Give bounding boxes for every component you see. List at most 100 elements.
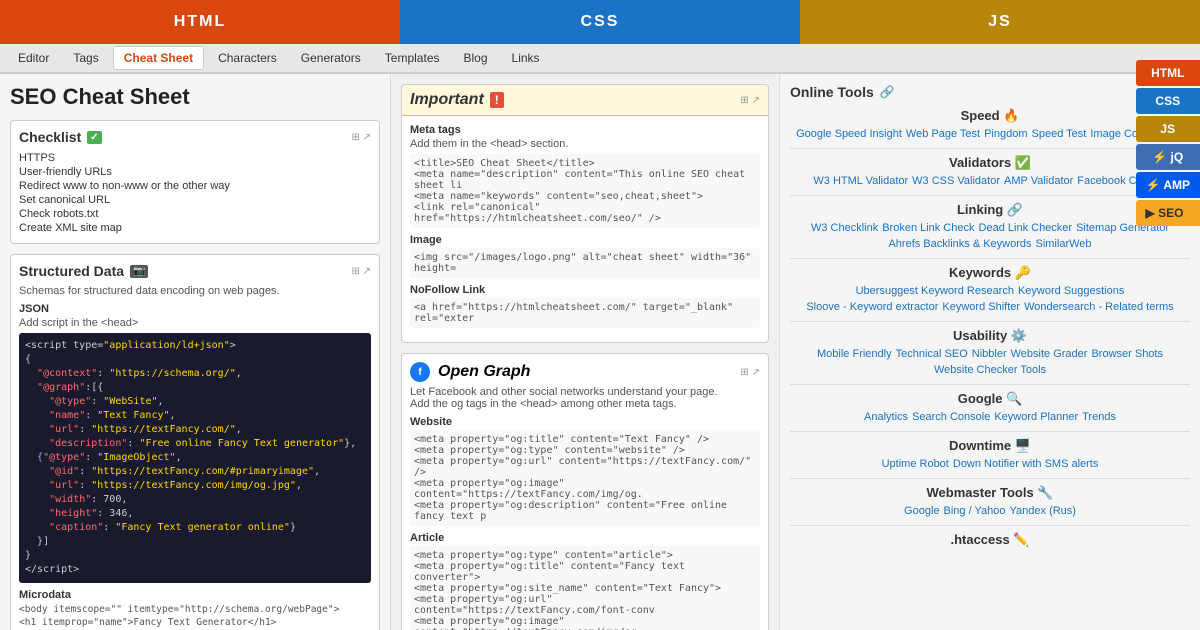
w3-checklink[interactable]: W3 Checklink	[811, 222, 878, 234]
tools-link-icon: 🔗	[880, 85, 895, 99]
usability-section: Usability ⚙️ Mobile Friendly Technical S…	[790, 328, 1190, 376]
downtime-links: Uptime Robot Down Notifier with SMS aler…	[790, 458, 1190, 470]
float-amp-button[interactable]: ⚡ AMP	[1136, 172, 1200, 198]
mobile-friendly-link[interactable]: Mobile Friendly	[817, 348, 892, 360]
checklist-item: Set canonical URL	[19, 193, 371, 207]
yandex-link[interactable]: Yandex (Rus)	[1010, 505, 1076, 517]
float-seo-button[interactable]: ▶ SEO	[1136, 200, 1200, 226]
nibbler-link[interactable]: Nibbler	[972, 348, 1007, 360]
nav-characters[interactable]: Characters	[208, 47, 287, 69]
microdata-section: Microdata <body itemscope="" itemtype="h…	[19, 589, 371, 630]
google-links: Analytics Search Console Keyword Planner…	[790, 411, 1190, 423]
nav-generators[interactable]: Generators	[291, 47, 371, 69]
ubersuggest-link[interactable]: Ubersuggest Keyword Research	[856, 285, 1014, 297]
json-code: <script type="application/ld+json"> { "@…	[19, 333, 371, 583]
browser-shots-link[interactable]: Browser Shots	[1091, 348, 1163, 360]
nav-links[interactable]: Links	[502, 47, 550, 69]
sloove-link[interactable]: Sloove - Keyword extractor	[806, 301, 938, 313]
nav-blog[interactable]: Blog	[454, 47, 498, 69]
speed-section: Speed 🔥 Google Speed Insight Web Page Te…	[790, 108, 1190, 140]
divider-8	[790, 525, 1190, 526]
linking-links: W3 Checklink Broken Link Check Dead Link…	[790, 222, 1190, 250]
css-nav-section: CSS	[400, 0, 800, 44]
downtime-title: Downtime 🖥️	[790, 438, 1190, 454]
checklist-title: Checklist ✓	[19, 129, 102, 145]
og-icon: f	[410, 362, 430, 382]
divider-2	[790, 195, 1190, 196]
image-code: <img src="/images/logo.png" alt="cheat s…	[410, 248, 760, 278]
top-navigation: HTML CSS JS	[0, 0, 1200, 44]
checklist-card: Checklist ✓ ⊞ ↗ HTTPS User-friendly URLs…	[10, 120, 380, 244]
og-website-code: <meta property="og:title" content="Text …	[410, 430, 760, 526]
google-wmt-link[interactable]: Google	[904, 505, 939, 517]
trends-link[interactable]: Trends	[1082, 411, 1116, 423]
html-nav-section: HTML	[0, 0, 400, 44]
js-nav-section: JS	[800, 0, 1200, 44]
divider-1	[790, 148, 1190, 149]
camera-icon: 📷	[130, 265, 148, 278]
wondersearch-link[interactable]: Wondersearch - Related terms	[1024, 301, 1174, 313]
checklist-header: Checklist ✓ ⊞ ↗	[19, 129, 371, 145]
nofollow-section: NoFollow Link <a href="https://htmlcheat…	[410, 284, 760, 328]
amp-validator-link[interactable]: AMP Validator	[1004, 175, 1073, 187]
main-content: SEO Cheat Sheet Checklist ✓ ⊞ ↗ HTTPS Us…	[0, 74, 1200, 630]
css-nav-label: CSS	[581, 13, 620, 31]
left-sidebar: SEO Cheat Sheet Checklist ✓ ⊞ ↗ HTTPS Us…	[0, 74, 390, 630]
w3-html-link[interactable]: W3 HTML Validator	[813, 175, 908, 187]
keyword-planner-link[interactable]: Keyword Planner	[994, 411, 1078, 423]
uptime-robot-link[interactable]: Uptime Robot	[882, 458, 949, 470]
keyword-shifter-link[interactable]: Keyword Shifter	[942, 301, 1020, 313]
og-article-section: Article <meta property="og:type" content…	[410, 532, 760, 630]
technical-seo-link[interactable]: Technical SEO	[896, 348, 968, 360]
og-header: f Open Graph ⊞ ↗	[410, 362, 760, 382]
website-grader-link[interactable]: Website Grader	[1011, 348, 1088, 360]
bing-yahoo-link[interactable]: Bing / Yahoo	[944, 505, 1006, 517]
dead-link-checker[interactable]: Dead Link Checker	[979, 222, 1073, 234]
structured-data-header: Structured Data 📷 ⊞ ↗	[19, 263, 371, 279]
important-icons: ⊞ ↗	[740, 95, 760, 106]
float-jq-button[interactable]: ⚡ jQ	[1136, 144, 1200, 170]
important-card: Important ! ⊞ ↗ Meta tags Add them in th…	[401, 84, 769, 343]
nav-tags[interactable]: Tags	[63, 47, 108, 69]
google-speed-link[interactable]: Google Speed Insight	[796, 128, 902, 140]
divider-6	[790, 431, 1190, 432]
og-title: Open Graph	[438, 363, 530, 381]
checklist-icons: ⊞ ↗	[351, 132, 371, 143]
image-section: Image <img src="/images/logo.png" alt="c…	[410, 234, 760, 278]
speed-test-link[interactable]: Speed Test	[1032, 128, 1087, 140]
analytics-link[interactable]: Analytics	[864, 411, 908, 423]
ahrefs-link[interactable]: Ahrefs Backlinks & Keywords	[888, 238, 1031, 250]
checklist-item: HTTPS	[19, 151, 371, 165]
meta-tags-desc: Add them in the <head> section.	[410, 138, 760, 150]
nav-cheatsheet[interactable]: Cheat Sheet	[113, 46, 204, 70]
microdata-code: <body itemscope="" itemtype="http://sche…	[19, 603, 371, 630]
og-subdesc: Add the og tags in the <head> among othe…	[410, 398, 760, 410]
float-html-button[interactable]: HTML	[1136, 60, 1200, 86]
broken-link-check[interactable]: Broken Link Check	[882, 222, 974, 234]
og-article-code: <meta property="og:type" content="articl…	[410, 546, 760, 630]
nav-templates[interactable]: Templates	[375, 47, 450, 69]
checklist-item: Redirect www to non-www or the other way	[19, 179, 371, 193]
json-label: JSON	[19, 303, 371, 315]
similarweb-link[interactable]: SimilarWeb	[1036, 238, 1092, 250]
google-title: Google 🔍	[790, 391, 1190, 407]
keyword-suggestions-link[interactable]: Keyword Suggestions	[1018, 285, 1124, 297]
og-desc: Let Facebook and other social networks u…	[410, 386, 760, 398]
og-website-label: Website	[410, 416, 760, 428]
nofollow-code: <a href="https://htmlcheatsheet.com/" ta…	[410, 298, 760, 328]
exclamation-icon: !	[490, 92, 504, 108]
usability-title: Usability ⚙️	[790, 328, 1190, 344]
search-console-link[interactable]: Search Console	[912, 411, 990, 423]
usability-links: Mobile Friendly Technical SEO Nibbler We…	[790, 348, 1190, 376]
web-page-test-link[interactable]: Web Page Test	[906, 128, 980, 140]
middle-section: Important ! ⊞ ↗ Meta tags Add them in th…	[390, 74, 780, 630]
float-js-button[interactable]: JS	[1136, 116, 1200, 142]
nav-editor[interactable]: Editor	[8, 47, 59, 69]
website-checker-link[interactable]: Website Checker Tools	[934, 364, 1046, 376]
w3-css-link[interactable]: W3 CSS Validator	[912, 175, 1000, 187]
pingdom-link[interactable]: Pingdom	[984, 128, 1027, 140]
float-css-button[interactable]: CSS	[1136, 88, 1200, 114]
down-notifier-link[interactable]: Down Notifier with SMS alerts	[953, 458, 1099, 470]
structured-data-title: Structured Data 📷	[19, 263, 148, 279]
structured-data-icons: ⊞ ↗	[351, 266, 371, 277]
